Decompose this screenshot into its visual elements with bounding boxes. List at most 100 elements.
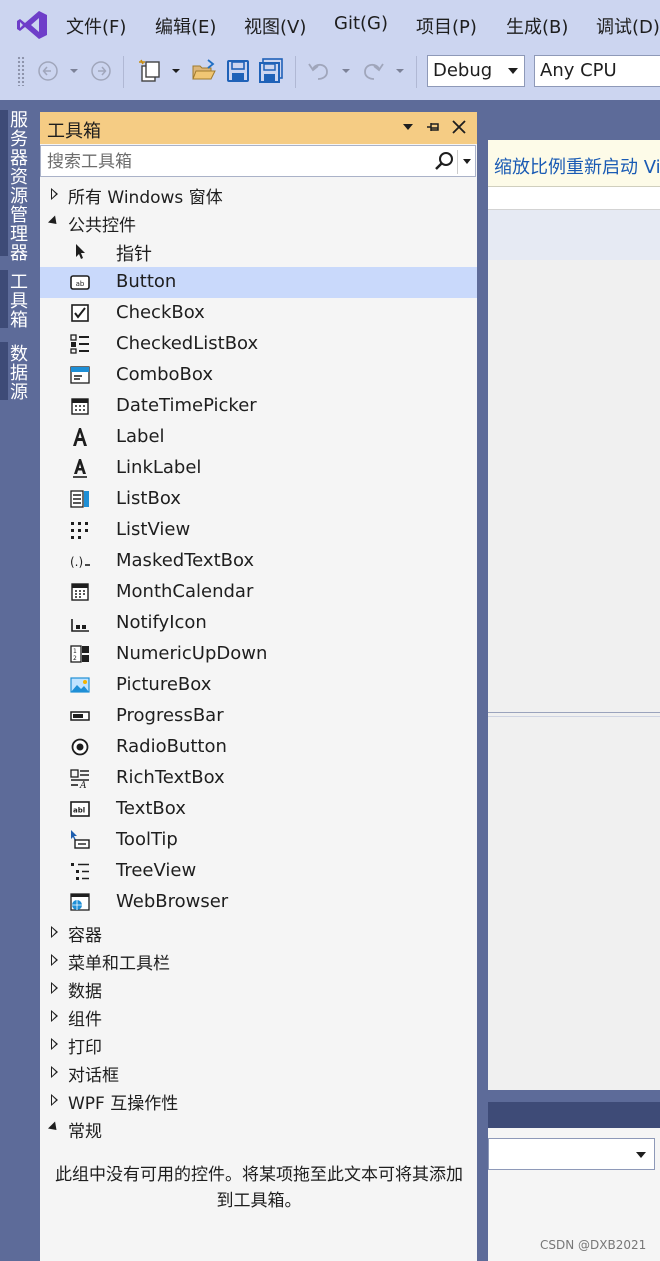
search-options-dropdown-icon[interactable]: [457, 150, 476, 174]
group-label: 常规: [68, 1122, 102, 1142]
tool-item-listbox[interactable]: ListBox: [40, 484, 477, 515]
tool-item-treeview[interactable]: TreeView: [40, 856, 477, 887]
tool-item-richtextbox[interactable]: A RichTextBox: [40, 763, 477, 794]
designer-surface[interactable]: [488, 260, 660, 1090]
menu-git[interactable]: Git(G): [334, 13, 388, 34]
pin-icon[interactable]: [424, 118, 442, 136]
menu-project[interactable]: 项目(P): [416, 13, 477, 39]
tool-item-listview[interactable]: ListView: [40, 515, 477, 546]
navigate-forward-icon[interactable]: [90, 58, 112, 84]
group-containers[interactable]: 容器: [40, 918, 477, 946]
group-wpf-interop[interactable]: WPF 互操作性: [40, 1086, 477, 1114]
tool-item-combobox[interactable]: ComboBox: [40, 360, 477, 391]
info-bar-link[interactable]: 缩放比例重新启动 Vi: [494, 153, 660, 179]
save-icon[interactable]: [226, 58, 250, 84]
visual-studio-logo-icon[interactable]: [16, 9, 48, 41]
tool-item-label: PictureBox: [116, 674, 212, 695]
side-tab-data-sources[interactable]: 数据源: [7, 344, 30, 401]
tool-item-label: CheckedListBox: [116, 333, 259, 354]
svg-text:ab: ab: [76, 280, 85, 288]
checkbox-icon: [71, 304, 89, 322]
tool-item-button[interactable]: ab Button: [40, 267, 477, 298]
group-dialogs[interactable]: 对话框: [40, 1058, 477, 1086]
group-label: 公共控件: [68, 216, 136, 236]
properties-object-select[interactable]: [488, 1138, 655, 1170]
navigate-back-icon[interactable]: [37, 58, 59, 84]
undo-dropdown-icon[interactable]: [340, 58, 352, 84]
search-icon[interactable]: [434, 151, 454, 171]
tool-item-checkbox[interactable]: CheckBox: [40, 298, 477, 329]
group-menus-toolbars[interactable]: 菜单和工具栏: [40, 946, 477, 974]
tool-item-numericupdown[interactable]: 12 NumericUpDown: [40, 639, 477, 670]
toolbox-title: 工具箱: [47, 121, 101, 142]
webbrowser-icon: [70, 893, 90, 911]
tooltip-icon: [71, 830, 90, 849]
tool-item-radiobutton[interactable]: RadioButton: [40, 732, 477, 763]
back-dropdown-icon[interactable]: [68, 58, 80, 84]
tool-item-datetimepicker[interactable]: DateTimePicker: [40, 391, 477, 422]
chevron-down-icon: [508, 68, 518, 74]
group-data[interactable]: 数据: [40, 974, 477, 1002]
tool-item-textbox[interactable]: abl TextBox: [40, 794, 477, 825]
expand-triangle-icon: [51, 982, 58, 994]
solution-platform-select[interactable]: Any CPU: [534, 55, 660, 87]
datetimepicker-icon: [71, 398, 89, 415]
tool-item-label: 指针: [116, 244, 152, 265]
tool-item-tooltip[interactable]: ToolTip: [40, 825, 477, 856]
tool-item-label: NotifyIcon: [116, 612, 207, 633]
svg-text:A: A: [79, 781, 87, 788]
tool-item-label[interactable]: Label: [40, 422, 477, 453]
tool-item-webbrowser[interactable]: WebBrowser: [40, 887, 477, 918]
group-printing[interactable]: 打印: [40, 1030, 477, 1058]
tool-item-checkedlistbox[interactable]: CheckedListBox: [40, 329, 477, 360]
tool-item-maskedtextbox[interactable]: (.) MaskedTextBox: [40, 546, 477, 577]
new-dropdown-icon[interactable]: [170, 58, 182, 84]
redo-icon[interactable]: [361, 58, 385, 84]
expand-triangle-icon: [51, 1038, 58, 1050]
document-tab-well: [488, 187, 660, 210]
group-components[interactable]: 组件: [40, 1002, 477, 1030]
solution-configuration-select[interactable]: Debug: [427, 55, 525, 87]
menu-edit[interactable]: 编辑(E): [155, 13, 216, 39]
group-common-controls[interactable]: 公共控件: [40, 208, 477, 236]
configuration-value: Debug: [433, 60, 493, 81]
menu-view[interactable]: 视图(V): [244, 13, 306, 39]
new-project-icon[interactable]: [138, 58, 164, 84]
tool-item-linklabel[interactable]: LinkLabel: [40, 453, 477, 484]
expand-triangle-icon: [51, 188, 58, 200]
tool-item-progressbar[interactable]: ProgressBar: [40, 701, 477, 732]
tool-item-notifyicon[interactable]: NotifyIcon: [40, 608, 477, 639]
collapse-triangle-icon: [47, 1121, 61, 1134]
menu-file[interactable]: 文件(F): [66, 13, 126, 39]
properties-header: [488, 1102, 660, 1128]
tool-item-label: CheckBox: [116, 302, 205, 323]
tool-item-monthcalendar[interactable]: MonthCalendar: [40, 577, 477, 608]
expand-triangle-icon: [51, 1066, 58, 1078]
numericupdown-icon: 12: [70, 645, 89, 663]
toolbox-search-input[interactable]: [45, 148, 429, 176]
tool-item-pointer[interactable]: 指针: [40, 236, 477, 267]
redo-dropdown-icon[interactable]: [394, 58, 406, 84]
menu-debug[interactable]: 调试(D): [596, 13, 660, 39]
window-options-dropdown-icon[interactable]: [399, 118, 417, 136]
toolbar-grip-icon[interactable]: [17, 56, 25, 86]
undo-icon[interactable]: [307, 58, 331, 84]
linklabel-icon: [73, 459, 87, 478]
menu-build[interactable]: 生成(B): [506, 13, 568, 39]
tool-item-picturebox[interactable]: PictureBox: [40, 670, 477, 701]
toolbox-header: 工具箱: [40, 112, 477, 144]
splitter[interactable]: [488, 712, 660, 713]
svg-text:abl: abl: [73, 807, 85, 815]
group-label: WPF 互操作性: [68, 1094, 179, 1114]
close-icon[interactable]: [450, 118, 468, 136]
progressbar-icon: [70, 711, 90, 721]
open-folder-icon[interactable]: [191, 58, 217, 84]
pointer-icon: [76, 244, 85, 259]
group-general[interactable]: 常规: [40, 1114, 477, 1142]
save-all-icon[interactable]: [258, 58, 284, 84]
side-tab-toolbox[interactable]: 工具箱: [7, 272, 30, 329]
expand-triangle-icon: [51, 954, 58, 966]
designer-header: [488, 210, 660, 260]
side-tab-server-explorer[interactable]: 服务器资源管理器: [7, 110, 30, 262]
group-all-windows-forms[interactable]: 所有 Windows 窗体: [40, 180, 477, 208]
